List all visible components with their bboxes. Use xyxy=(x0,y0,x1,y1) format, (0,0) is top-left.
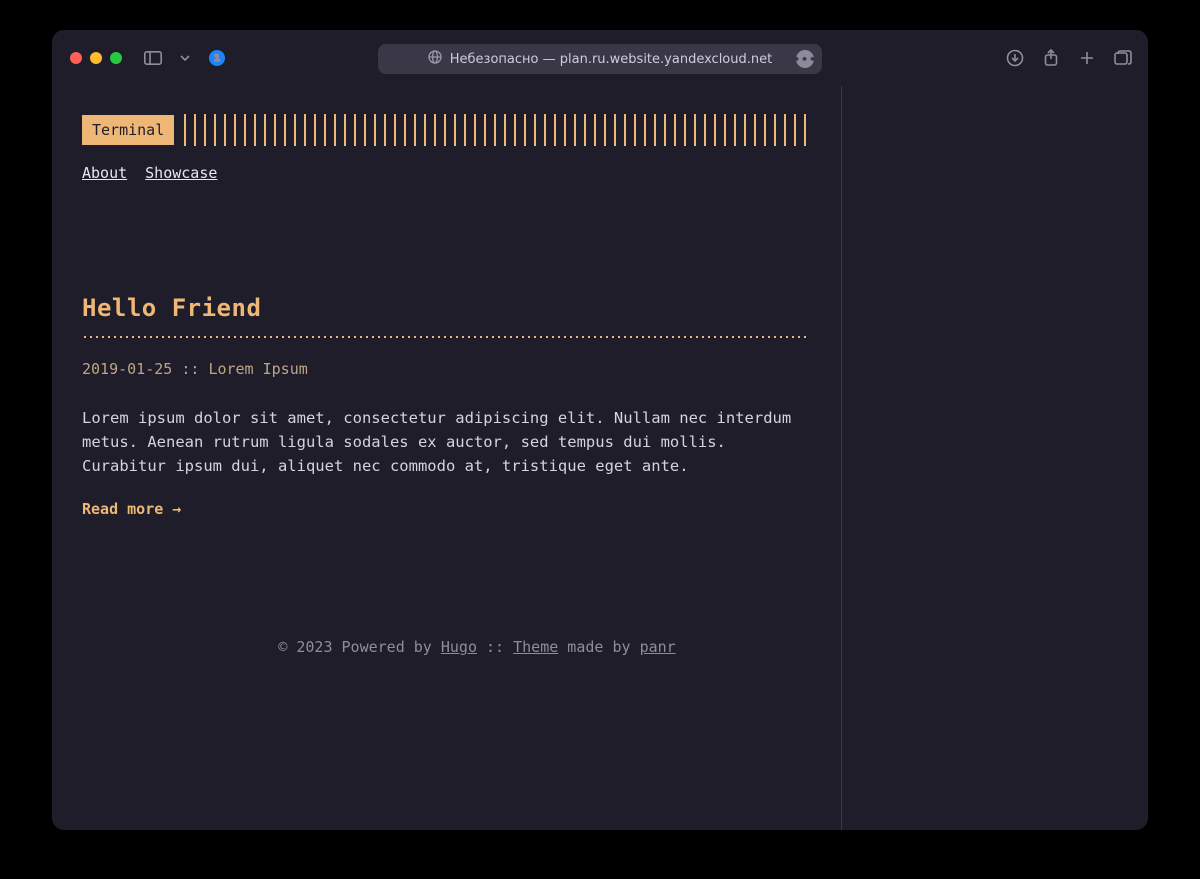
read-more-link[interactable]: Read more → xyxy=(82,500,181,518)
post: Hello Friend 2019-01-25 :: Lorem Ipsum L… xyxy=(82,294,808,518)
minimize-window-button[interactable] xyxy=(90,52,102,64)
globe-icon xyxy=(428,50,442,68)
close-window-button[interactable] xyxy=(70,52,82,64)
share-icon[interactable] xyxy=(1042,49,1060,67)
page-settings-icon[interactable]: ••• xyxy=(796,50,814,68)
site-header: Terminal xyxy=(82,114,808,146)
post-title[interactable]: Hello Friend xyxy=(82,294,808,322)
site-footer: © 2023 Powered by Hugo :: Theme made by … xyxy=(82,638,872,656)
svg-text:1: 1 xyxy=(214,54,220,64)
site-container: Terminal About Showcase Hello Friend 201… xyxy=(82,114,808,656)
downloads-icon[interactable] xyxy=(1006,49,1024,67)
footer-made-by: made by xyxy=(558,638,639,656)
title-bar: 1 Небезопасно — plan.ru.website.yandexcl… xyxy=(52,30,1148,86)
page-content: Terminal About Showcase Hello Friend 201… xyxy=(52,86,1148,830)
header-stripe-decoration xyxy=(184,114,808,146)
post-meta: 2019-01-25 :: Lorem Ipsum xyxy=(82,360,808,378)
address-bar[interactable]: Небезопасно — plan.ru.website.yandexclou… xyxy=(378,44,822,74)
nav-showcase-link[interactable]: Showcase xyxy=(145,164,217,182)
meta-separator: :: xyxy=(181,360,199,378)
post-excerpt: Lorem ipsum dolor sit amet, consectetur … xyxy=(82,406,808,478)
footer-panr-link[interactable]: panr xyxy=(640,638,676,656)
site-nav: About Showcase xyxy=(82,164,808,182)
traffic-lights xyxy=(70,52,122,64)
password-manager-icon[interactable]: 1 xyxy=(208,49,226,67)
site-logo[interactable]: Terminal xyxy=(82,115,174,145)
footer-copyright: © 2023 Powered by xyxy=(278,638,441,656)
maximize-window-button[interactable] xyxy=(110,52,122,64)
post-title-rule xyxy=(82,334,808,340)
browser-window: 1 Небезопасно — plan.ru.website.yandexcl… xyxy=(52,30,1148,830)
tab-overview-icon[interactable] xyxy=(1114,49,1132,67)
post-date: 2019-01-25 xyxy=(82,360,172,378)
vertical-rule xyxy=(841,86,842,830)
footer-sep: :: xyxy=(477,638,513,656)
post-author: Lorem Ipsum xyxy=(208,360,307,378)
toolbar-left-group: 1 xyxy=(144,49,226,67)
toolbar-right-group xyxy=(1006,49,1132,67)
footer-hugo-link[interactable]: Hugo xyxy=(441,638,477,656)
new-tab-icon[interactable] xyxy=(1078,49,1096,67)
address-text: Небезопасно — plan.ru.website.yandexclou… xyxy=(450,52,772,67)
chevron-down-icon[interactable] xyxy=(176,49,194,67)
nav-about-link[interactable]: About xyxy=(82,164,127,182)
footer-theme-link[interactable]: Theme xyxy=(513,638,558,656)
sidebar-toggle-icon[interactable] xyxy=(144,49,162,67)
